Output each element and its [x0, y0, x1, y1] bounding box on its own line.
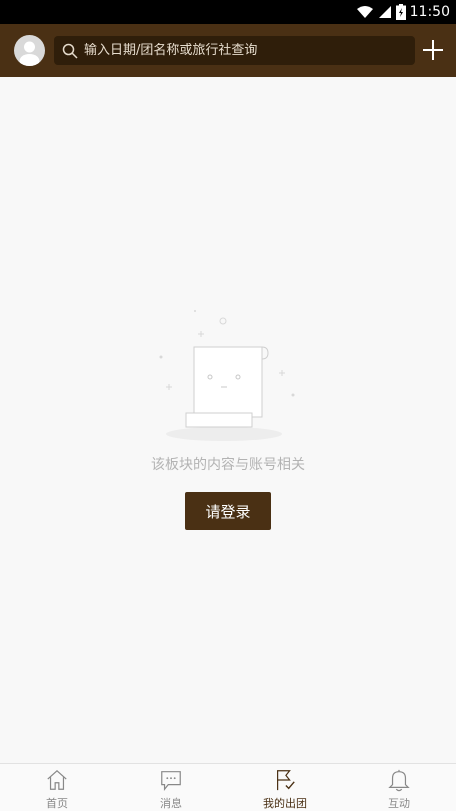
signal-icon: [378, 6, 391, 18]
empty-state: 该板块的内容与账号相关 请登录: [0, 77, 456, 763]
tab-my-tours-label: 我的出团: [263, 797, 307, 810]
avatar[interactable]: [14, 35, 45, 66]
person-icon: [19, 41, 40, 66]
search-input[interactable]: [84, 43, 404, 58]
wifi-icon: [356, 6, 373, 18]
tab-interaction[interactable]: 互动: [342, 764, 456, 811]
empty-message: 该板块的内容与账号相关: [151, 457, 305, 473]
status-time: 11:50: [409, 4, 450, 20]
chat-icon: [161, 771, 181, 791]
status-bar: 11:50: [0, 0, 456, 24]
tab-home-label: 首页: [46, 797, 68, 810]
tab-my-tours[interactable]: 我的出团: [228, 764, 342, 811]
tab-messages-label: 消息: [160, 797, 182, 810]
search-box[interactable]: [54, 36, 415, 65]
bell-icon: [388, 769, 410, 792]
home-icon: [47, 769, 67, 790]
login-button[interactable]: 请登录: [185, 492, 271, 530]
empty-document-icon: [159, 310, 295, 441]
tab-interaction-label: 互动: [388, 797, 410, 810]
search-icon: [62, 43, 78, 59]
plus-icon[interactable]: [420, 37, 446, 63]
tab-messages[interactable]: 消息: [114, 764, 228, 811]
tab-home[interactable]: 首页: [0, 764, 114, 811]
battery-icon: [395, 4, 406, 20]
header: [0, 24, 456, 77]
tab-bar: 首页 消息 我的出团 互动: [0, 763, 456, 811]
flag-icon: [277, 770, 295, 791]
